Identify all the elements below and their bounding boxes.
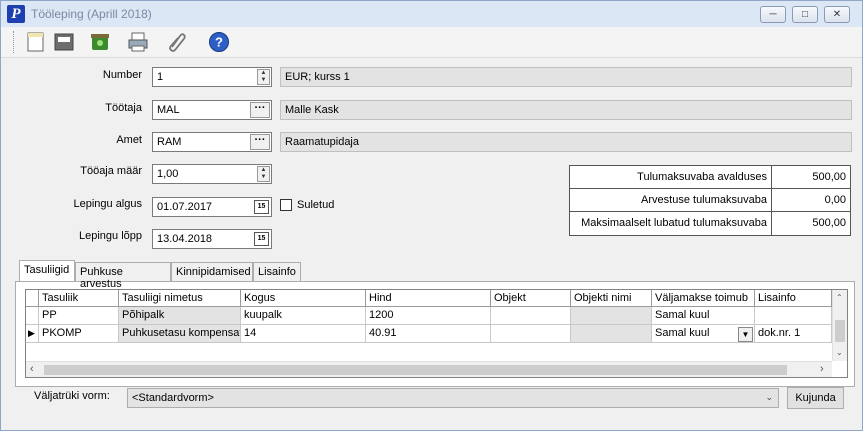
grid-cell[interactable] bbox=[755, 307, 832, 325]
number-field[interactable]: 1 bbox=[152, 67, 272, 87]
employee-lookup-button[interactable]: ··· bbox=[250, 102, 270, 118]
vertical-scrollbar[interactable]: ⌃ ⌄ bbox=[832, 290, 847, 361]
close-button[interactable]: ✕ bbox=[824, 6, 850, 23]
closed-checkbox[interactable] bbox=[280, 199, 292, 211]
window: P Tööleping (Aprill 2018) ─ □ ✕ ? Number… bbox=[0, 0, 863, 431]
toolbar-grip bbox=[13, 31, 15, 53]
window-title: Tööleping (Aprill 2018) bbox=[31, 7, 152, 21]
workload-field[interactable]: 1,00 bbox=[152, 164, 272, 184]
tax-free-summary-table: Tulumaksuvaba avalduses 500,00 Arvestuse… bbox=[569, 165, 851, 236]
row-header-corner bbox=[26, 290, 39, 307]
currency-field: EUR; kurss 1 bbox=[280, 67, 852, 87]
end-date-label: Lepingu lõpp bbox=[78, 230, 142, 242]
print-form-select[interactable]: <Standardvorm> ⌄ bbox=[127, 388, 779, 408]
summary-value: 500,00 bbox=[812, 217, 846, 229]
start-calendar-icon[interactable]: 15 bbox=[254, 200, 269, 214]
row-selector[interactable] bbox=[26, 307, 39, 325]
grid-cell[interactable]: 14 bbox=[241, 325, 366, 343]
tab-pay-types[interactable]: Tasuliigid bbox=[19, 260, 75, 281]
save-icon[interactable] bbox=[53, 31, 75, 53]
grid-cell[interactable]: 1200 bbox=[366, 307, 491, 325]
attachment-icon[interactable] bbox=[165, 31, 187, 53]
grid-cell[interactable]: Samal kuul bbox=[652, 307, 755, 325]
grid-cell[interactable] bbox=[491, 307, 571, 325]
position-label: Amet bbox=[116, 134, 142, 146]
column-header[interactable]: Väljamakse toimub bbox=[652, 290, 755, 307]
grid-cell[interactable] bbox=[491, 325, 571, 343]
column-header[interactable]: Tasuliigi nimetus bbox=[119, 290, 241, 307]
svg-text:?: ? bbox=[215, 35, 223, 50]
end-calendar-icon[interactable]: 15 bbox=[254, 232, 269, 246]
help-icon[interactable]: ? bbox=[208, 31, 230, 53]
tab-vacation-calc[interactable]: Puhkuse arvestus bbox=[75, 262, 171, 290]
horizontal-scrollbar[interactable]: ‹ › bbox=[26, 361, 832, 377]
workload-spinner[interactable]: ▲ ▼ bbox=[257, 166, 270, 182]
grid-cell[interactable]: dok.nr. 1 bbox=[755, 325, 832, 343]
summary-row: Maksimaalselt lubatud tulumaksuvaba 500,… bbox=[570, 212, 850, 235]
scroll-left-icon[interactable]: ‹ bbox=[30, 363, 34, 375]
column-header[interactable]: Lisainfo bbox=[755, 290, 832, 307]
print-icon[interactable] bbox=[127, 31, 149, 53]
grid-cell[interactable]: kuupalk bbox=[241, 307, 366, 325]
delete-icon[interactable] bbox=[89, 31, 111, 53]
horizontal-scrollbar-thumb[interactable] bbox=[44, 365, 787, 375]
number-spinner[interactable]: ▲ ▼ bbox=[257, 69, 270, 85]
grid-cell[interactable]: PKOMP bbox=[39, 325, 119, 343]
position-lookup-button[interactable]: ··· bbox=[250, 134, 270, 150]
pay-types-grid[interactable]: Tasuliik Tasuliigi nimetus Kogus Hind Ob… bbox=[25, 289, 848, 378]
print-form-label: Väljatrüki vorm: bbox=[34, 390, 110, 402]
closed-label: Suletud bbox=[297, 199, 335, 211]
app-logo-icon: P bbox=[7, 5, 25, 23]
column-header[interactable]: Kogus bbox=[241, 290, 366, 307]
summary-row: Tulumaksuvaba avalduses 500,00 bbox=[570, 166, 850, 189]
summary-value: 500,00 bbox=[812, 171, 846, 183]
column-header[interactable]: Hind bbox=[366, 290, 491, 307]
current-row-indicator-icon[interactable]: ▶ bbox=[26, 325, 39, 343]
print-form-value: <Standardvorm> bbox=[132, 392, 214, 404]
summary-label: Arvestuse tulumaksuvaba bbox=[570, 189, 772, 211]
summary-label: Tulumaksuvaba avalduses bbox=[570, 166, 772, 188]
column-header[interactable]: Objekt bbox=[491, 290, 571, 307]
column-header[interactable]: Objekti nimi bbox=[571, 290, 652, 307]
summary-row: Arvestuse tulumaksuvaba 0,00 bbox=[570, 189, 850, 212]
grid-cell[interactable]: PP bbox=[39, 307, 119, 325]
grid-cell: Puhkusetasu kompensat bbox=[119, 325, 241, 343]
employee-name-field: Malle Kask bbox=[280, 100, 852, 120]
grid-cell bbox=[571, 325, 652, 343]
summary-label: Maksimaalselt lubatud tulumaksuvaba bbox=[570, 212, 772, 235]
grid-cell bbox=[571, 307, 652, 325]
start-date-label: Lepingu algus bbox=[73, 198, 142, 210]
chevron-down-icon[interactable]: ⌄ bbox=[765, 392, 773, 403]
title-bar: P Tööleping (Aprill 2018) ─ □ ✕ bbox=[1, 1, 862, 27]
scroll-right-icon[interactable]: › bbox=[820, 363, 824, 375]
layout-button[interactable]: Kujunda bbox=[787, 387, 844, 409]
toolbar: ? bbox=[1, 27, 862, 58]
tab-deductions[interactable]: Kinnipidamised bbox=[171, 262, 253, 281]
payment-dropdown-button[interactable]: ▼ bbox=[738, 327, 753, 342]
scroll-up-icon[interactable]: ⌃ bbox=[836, 293, 843, 302]
number-label: Number bbox=[102, 69, 142, 81]
workload-label: Tööaja määr bbox=[80, 165, 142, 177]
tab-additional-info[interactable]: Lisainfo bbox=[253, 262, 301, 281]
position-name-field: Raamatupidaja bbox=[280, 132, 852, 152]
new-document-icon[interactable] bbox=[25, 31, 47, 53]
scrollbar-thumb[interactable] bbox=[835, 320, 845, 342]
grid-cell: Põhipalk bbox=[119, 307, 241, 325]
column-header[interactable]: Tasuliik bbox=[39, 290, 119, 307]
grid-cell[interactable]: 40.91 bbox=[366, 325, 491, 343]
maximize-button[interactable]: □ bbox=[792, 6, 818, 23]
minimize-button[interactable]: ─ bbox=[760, 6, 786, 23]
scroll-down-icon[interactable]: ⌄ bbox=[836, 348, 843, 357]
summary-value: 0,00 bbox=[824, 194, 846, 206]
employee-label: Töötaja bbox=[105, 102, 142, 114]
